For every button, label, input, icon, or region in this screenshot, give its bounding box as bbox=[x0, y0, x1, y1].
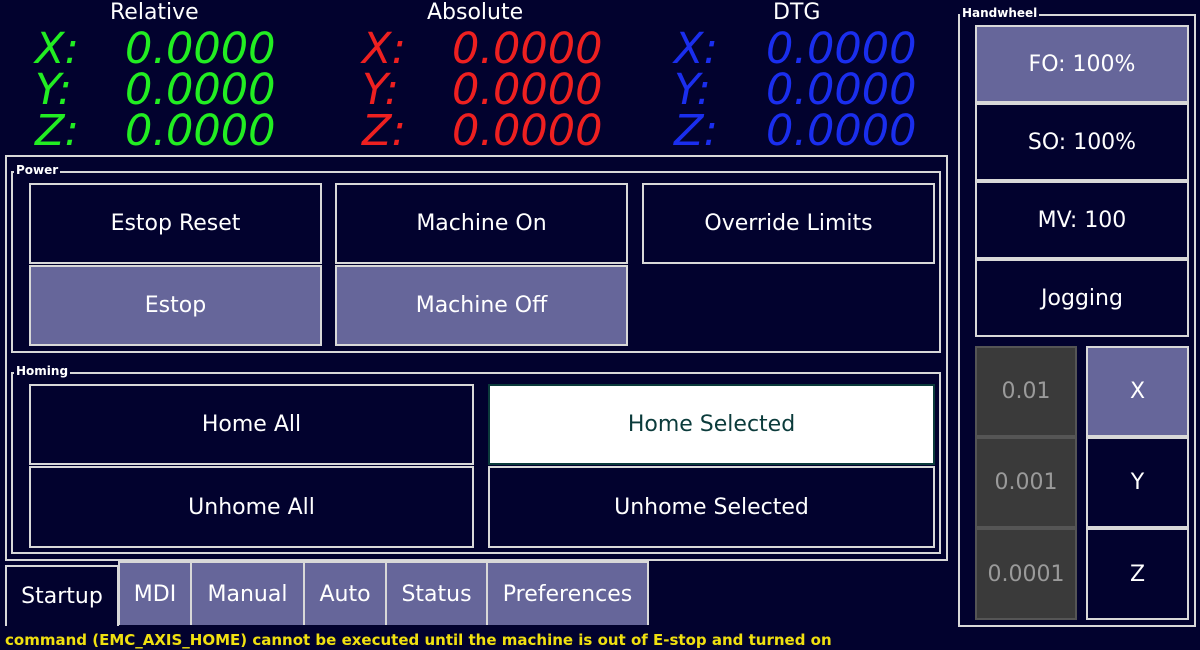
tab-startup[interactable]: Startup bbox=[5, 565, 119, 626]
power-frame-title: Power bbox=[14, 163, 61, 177]
unhome-selected-button[interactable]: Unhome Selected bbox=[488, 466, 935, 548]
home-selected-button[interactable]: Home Selected bbox=[488, 384, 935, 465]
axis-label: X: bbox=[674, 24, 718, 74]
increment-0-0001-button[interactable]: 0.0001 bbox=[975, 528, 1077, 620]
axis-value: 0.0000 bbox=[452, 65, 603, 115]
axis-label: X: bbox=[362, 24, 406, 74]
dro-absolute-title: Absolute bbox=[427, 0, 524, 25]
axis-z-button[interactable]: Z bbox=[1086, 528, 1189, 620]
axis-label: X: bbox=[35, 24, 79, 74]
axis-value: 0.0000 bbox=[125, 106, 276, 156]
override-limits-button[interactable]: Override Limits bbox=[642, 183, 935, 264]
tab-manual[interactable]: Manual bbox=[190, 561, 305, 625]
feed-override-button[interactable]: FO: 100% bbox=[975, 25, 1189, 103]
handwheel-frame-title: Handwheel bbox=[960, 6, 1040, 20]
increment-0-001-button[interactable]: 0.001 bbox=[975, 437, 1077, 528]
axis-value: 0.0000 bbox=[452, 106, 603, 156]
axis-label: Y: bbox=[362, 65, 400, 115]
estop-reset-button[interactable]: Estop Reset bbox=[29, 183, 322, 264]
axis-value: 0.0000 bbox=[125, 65, 276, 115]
tab-mdi[interactable]: MDI bbox=[118, 561, 192, 625]
home-all-button[interactable]: Home All bbox=[29, 384, 474, 465]
axis-value: 0.0000 bbox=[766, 65, 917, 115]
spindle-override-button[interactable]: SO: 100% bbox=[975, 103, 1189, 181]
max-velocity-button[interactable]: MV: 100 bbox=[975, 181, 1189, 259]
tab-auto[interactable]: Auto bbox=[303, 561, 387, 625]
increment-0-01-button[interactable]: 0.01 bbox=[975, 346, 1077, 437]
tab-status[interactable]: Status bbox=[385, 561, 488, 625]
axis-label: Z: bbox=[362, 106, 406, 156]
jogging-button[interactable]: Jogging bbox=[975, 259, 1189, 337]
axis-label: Z: bbox=[674, 106, 718, 156]
homing-frame-title: Homing bbox=[14, 364, 71, 378]
unhome-all-button[interactable]: Unhome All bbox=[29, 466, 474, 548]
estop-button[interactable]: Estop bbox=[29, 265, 322, 346]
machine-on-button[interactable]: Machine On bbox=[335, 183, 628, 264]
axis-x-button[interactable]: X bbox=[1086, 346, 1189, 437]
axis-value: 0.0000 bbox=[452, 24, 603, 74]
dro-relative-title: Relative bbox=[110, 0, 199, 25]
axis-value: 0.0000 bbox=[766, 106, 917, 156]
axis-value: 0.0000 bbox=[125, 24, 276, 74]
axis-label: Y: bbox=[35, 65, 73, 115]
machine-off-button[interactable]: Machine Off bbox=[335, 265, 628, 346]
axis-label: Z: bbox=[35, 106, 79, 156]
status-message: command (EMC_AXIS_HOME) cannot be execut… bbox=[5, 631, 832, 649]
tab-preferences[interactable]: Preferences bbox=[486, 561, 649, 625]
axis-value: 0.0000 bbox=[766, 24, 917, 74]
dro-dtg-title: DTG bbox=[773, 0, 821, 25]
axis-y-button[interactable]: Y bbox=[1086, 437, 1189, 528]
axis-label: Y: bbox=[674, 65, 712, 115]
app-window: Relative X: 0.0000 Y: 0.0000 Z: 0.0000 A… bbox=[0, 0, 1200, 650]
